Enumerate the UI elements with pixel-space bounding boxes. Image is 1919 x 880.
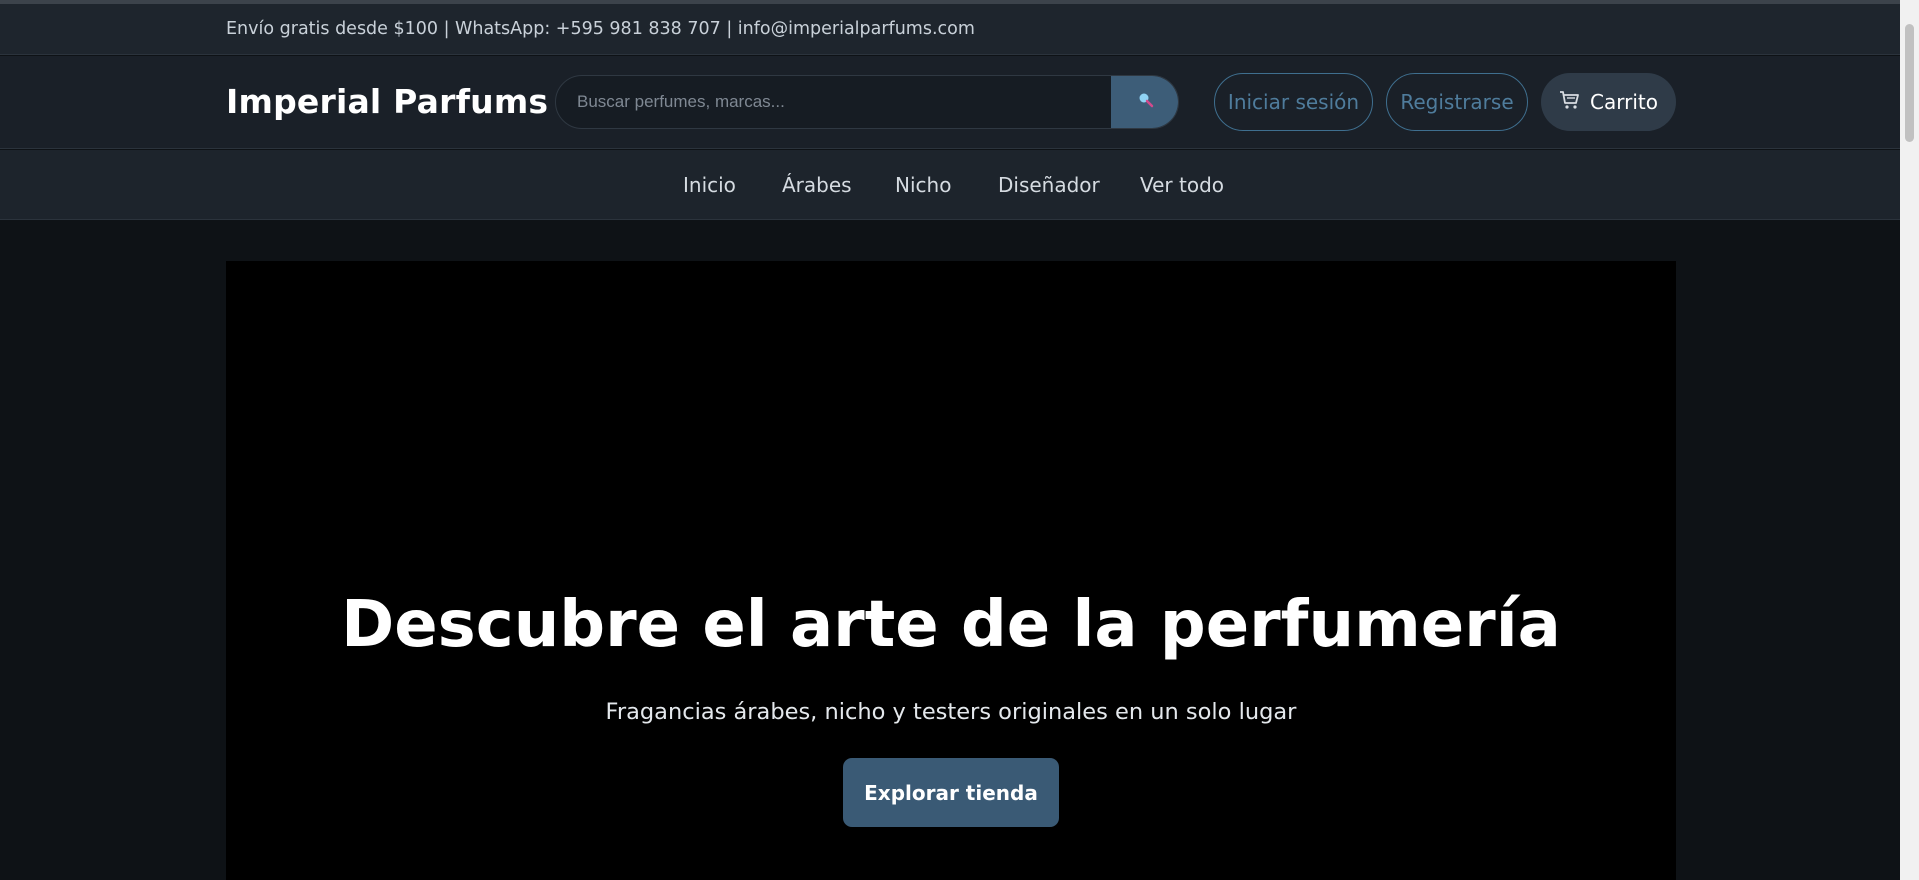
explore-shop-button[interactable]: Explorar tienda [843,758,1059,827]
search-button[interactable] [1111,76,1178,128]
hero-banner: Descubre el arte de la perfumería Fragan… [226,261,1676,880]
register-button[interactable]: Registrarse [1386,73,1528,131]
search-input[interactable] [556,76,1111,128]
login-button[interactable]: Iniciar sesión [1214,73,1373,131]
nav-item-inicio[interactable]: Inicio [683,173,736,197]
nav-item-disenador[interactable]: Diseñador [998,173,1100,197]
nav-item-ver-todo[interactable]: Ver todo [1140,173,1224,197]
vertical-scrollbar[interactable] [1900,0,1919,880]
nav-item-arabes[interactable]: Árabes [782,173,852,197]
scrollbar-thumb[interactable] [1905,24,1914,142]
hero-title: Descubre el arte de la perfumería [341,588,1561,662]
info-bar: Envío gratis desde $100 | WhatsApp: +595… [0,4,1900,55]
hero-subtitle: Fragancias árabes, nicho y testers origi… [605,699,1297,725]
cart-icon [1559,90,1581,115]
main-nav: Inicio Árabes Nicho Diseñador Ver todo [0,150,1900,220]
site-logo[interactable]: Imperial Parfums [226,82,548,121]
search-bar [555,75,1179,129]
cart-label: Carrito [1590,90,1658,114]
cart-button[interactable]: Carrito [1541,73,1676,131]
site-header: Imperial Parfums Iniciar sesión Registra… [0,56,1900,149]
info-bar-text: Envío gratis desde $100 | WhatsApp: +595… [226,19,975,39]
page: Envío gratis desde $100 | WhatsApp: +595… [0,0,1919,880]
nav-item-nicho[interactable]: Nicho [895,173,951,197]
search-icon [1137,91,1155,113]
